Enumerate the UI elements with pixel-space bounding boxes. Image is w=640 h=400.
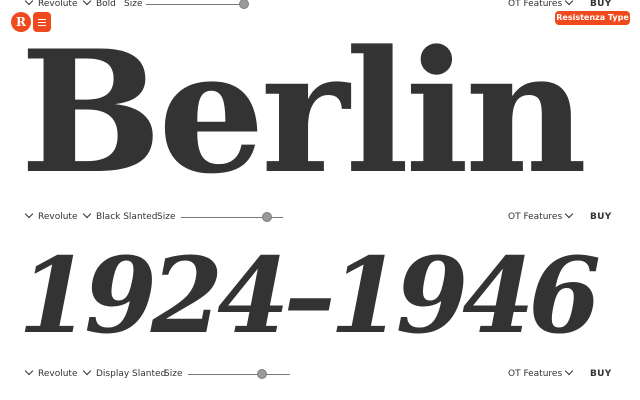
specimen-text-berlin[interactable]: Berlin (0, 24, 640, 200)
chevron-down-icon (82, 366, 92, 376)
style-select[interactable]: Bold (82, 0, 116, 12)
chevron-down-icon (564, 366, 574, 376)
chevron-down-icon (24, 209, 34, 219)
size-slider-thumb[interactable] (257, 369, 267, 379)
ot-features-dropdown[interactable]: OT Features (508, 209, 574, 225)
chevron-down-icon (564, 209, 574, 219)
buy-button[interactable]: BUY (590, 366, 612, 382)
family-select[interactable]: Revolute (24, 0, 78, 12)
family-select[interactable]: Revolute (24, 366, 78, 382)
size-slider[interactable] (146, 4, 244, 5)
family-select[interactable]: Revolute (24, 209, 78, 225)
buy-button[interactable]: BUY (590, 209, 612, 225)
brand-badge[interactable]: Resistenza Type (555, 11, 630, 25)
size-slider[interactable] (188, 374, 290, 375)
size-label: Size (124, 0, 143, 9)
chevron-down-icon (24, 366, 34, 376)
chevron-down-icon (82, 0, 92, 6)
chevron-down-icon (564, 0, 574, 6)
chevron-down-icon (82, 209, 92, 219)
specimen-text-years[interactable]: 1924–1946 (0, 240, 640, 350)
size-label: Size (157, 212, 176, 222)
size-slider-thumb[interactable] (239, 0, 249, 9)
ot-features-dropdown[interactable]: OT Features (508, 366, 574, 382)
size-label: Size (164, 369, 183, 379)
style-select[interactable]: Black Slanted (82, 209, 157, 225)
font-toolbar-black-slanted: Revolute Black Slanted Size OT Features … (0, 209, 640, 225)
size-slider-thumb[interactable] (262, 212, 272, 222)
font-toolbar-display-slanted: Revolute Display Slanted Size OT Feature… (0, 366, 640, 382)
style-select[interactable]: Display Slanted (82, 366, 166, 382)
chevron-down-icon (24, 0, 34, 6)
font-toolbar-bold: Revolute Bold Size OT Features BUY (0, 0, 640, 12)
